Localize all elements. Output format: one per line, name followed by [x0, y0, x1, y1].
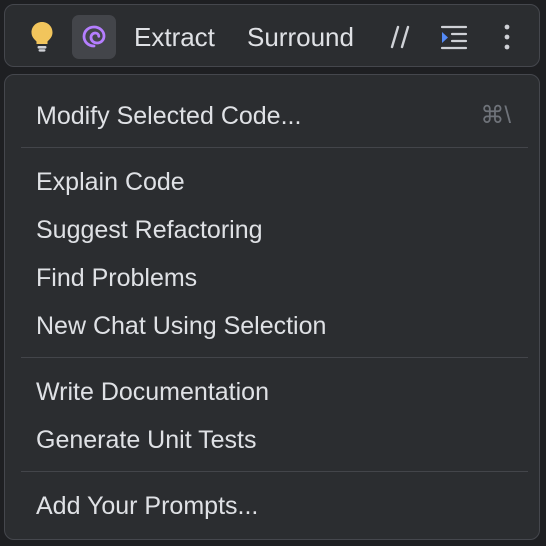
reformat-indent-icon[interactable]	[438, 21, 470, 53]
menu-item-add-your-prompts[interactable]: Add Your Prompts...	[36, 484, 511, 528]
menu-item-explain-code[interactable]: Explain Code	[36, 160, 511, 204]
ai-assistant-icon[interactable]	[72, 15, 116, 59]
menu-item-new-chat-using-selection[interactable]: New Chat Using Selection	[36, 304, 511, 348]
menu-item-find-problems[interactable]: Find Problems	[36, 256, 511, 300]
menu-separator	[21, 357, 528, 358]
ai-actions-menu: Modify Selected Code... ⌘\ Explain Code …	[4, 74, 540, 540]
menu-item-label: Modify Selected Code...	[36, 102, 302, 130]
menu-item-generate-unit-tests[interactable]: Generate Unit Tests	[36, 418, 511, 462]
lightbulb-icon[interactable]	[25, 19, 59, 53]
shortcut-label: ⌘\	[480, 102, 511, 129]
extract-button[interactable]: Extract	[129, 15, 220, 59]
more-vertical-icon[interactable]	[492, 19, 522, 55]
menu-item-modify-selected-code[interactable]: Modify Selected Code... ⌘\	[36, 94, 511, 138]
menu-separator	[21, 147, 528, 148]
comment-icon[interactable]	[386, 21, 418, 53]
floating-toolbar: Extract Surround	[4, 4, 540, 67]
menu-separator	[21, 471, 528, 472]
surround-button[interactable]: Surround	[242, 15, 359, 59]
menu-item-suggest-refactoring[interactable]: Suggest Refactoring	[36, 208, 511, 252]
menu-item-write-documentation[interactable]: Write Documentation	[36, 370, 511, 414]
